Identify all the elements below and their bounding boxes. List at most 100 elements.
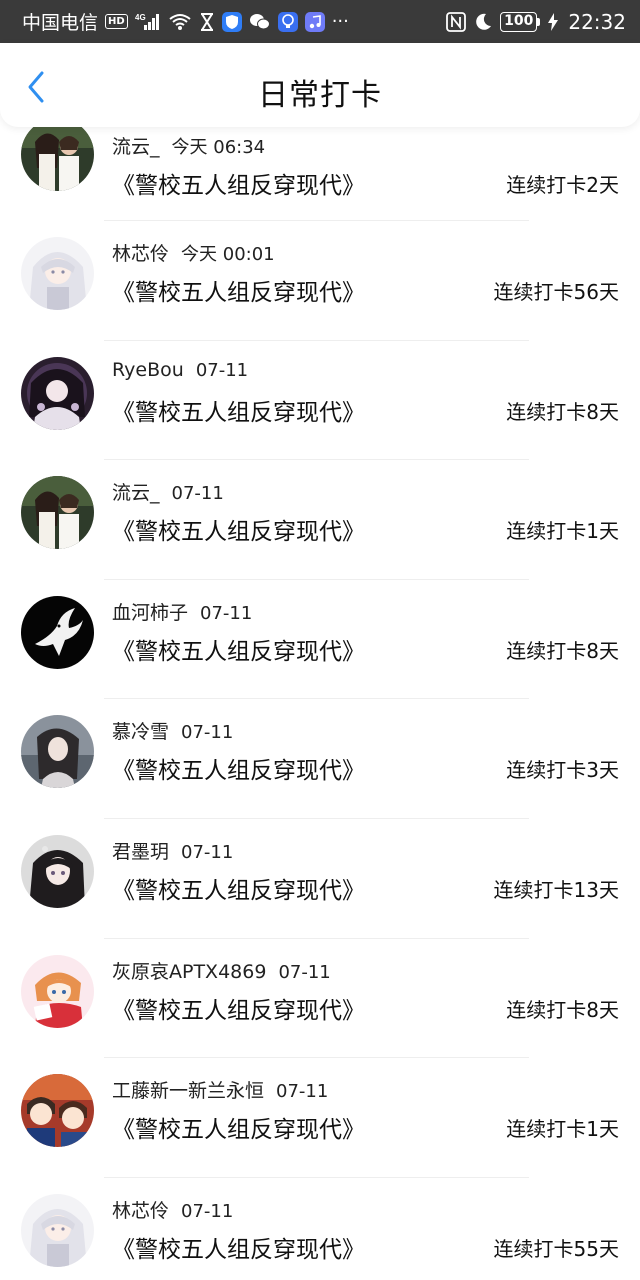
streak-count: 连续打卡1天 <box>506 1117 619 1142</box>
book-title[interactable]: 《警校五人组反穿现代》 <box>112 1110 365 1144</box>
checkin-time: 07-11 <box>181 1200 234 1222</box>
avatar-gothic-girl-icon <box>21 356 94 430</box>
avatar-black-hair-girl-icon <box>21 834 94 908</box>
streak-count: 连续打卡8天 <box>506 399 619 424</box>
book-title[interactable]: 《警校五人组反穿现代》 <box>112 871 365 905</box>
username[interactable]: 工藤新一新兰永恒 <box>112 1080 264 1102</box>
avatar-couple-icon <box>21 476 94 550</box>
username[interactable]: 林芯伶 <box>112 1200 169 1222</box>
avatar[interactable] <box>21 476 94 550</box>
avatar[interactable] <box>21 356 94 430</box>
username[interactable]: 流云_ <box>112 136 160 158</box>
avatar[interactable] <box>21 715 94 789</box>
streak-count: 连续打卡3天 <box>506 758 619 783</box>
book-title[interactable]: 《警校五人组反穿现代》 <box>112 512 365 546</box>
bulb-icon <box>277 11 298 32</box>
battery-indicator: 100 <box>500 11 541 32</box>
checkin-time: 07-11 <box>276 1081 329 1103</box>
streak-count: 连续打卡13天 <box>493 877 619 902</box>
entry-meta: 灰原哀APTX4869 07-11 <box>112 957 331 984</box>
checkin-time: 今天 00:01 <box>181 244 275 265</box>
streak-count: 连续打卡8天 <box>506 638 619 663</box>
avatar-orange-hair-girl-icon <box>21 954 94 1028</box>
book-title[interactable]: 《警校五人组反穿现代》 <box>112 273 365 307</box>
avatar[interactable] <box>21 1193 94 1267</box>
streak-count: 连续打卡55天 <box>493 1236 619 1261</box>
wifi-icon <box>168 12 192 32</box>
avatar[interactable] <box>21 954 94 1028</box>
avatar-white-hair-girl-icon <box>21 237 94 310</box>
status-bar: 中国电信 HD 4G ··· 100 22:32 <box>0 0 640 43</box>
entry-meta: 慕冷雪 07-11 <box>112 717 233 744</box>
book-title[interactable]: 《警校五人组反穿现代》 <box>112 1230 365 1264</box>
checkin-item[interactable]: RyeBou 07-11 《警校五人组反穿现代》 连续打卡8天 <box>0 341 640 461</box>
checkin-item[interactable]: 灰原哀APTX4869 07-11 《警校五人组反穿现代》 连续打卡8天 <box>0 939 640 1059</box>
entry-meta: 流云_ 今天 06:34 <box>112 132 265 159</box>
entry-meta: 流云_ 07-11 <box>112 478 224 505</box>
checkin-time: 07-11 <box>181 841 234 863</box>
avatar-couple-icon <box>21 118 94 191</box>
page-title: 日常打卡 <box>258 78 382 113</box>
moon-icon <box>474 13 492 31</box>
checkin-time: 07-11 <box>171 483 224 505</box>
more-icon: ··· <box>331 11 349 32</box>
avatar[interactable] <box>21 237 94 310</box>
music-icon <box>304 11 325 32</box>
wechat-icon <box>249 12 271 32</box>
checkin-item[interactable]: 血河柿子 07-11 《警校五人组反穿现代》 连续打卡8天 <box>0 580 640 700</box>
username[interactable]: RyeBou <box>112 359 184 381</box>
entry-meta: 血河柿子 07-11 <box>112 598 252 625</box>
hourglass-icon <box>199 12 215 32</box>
entry-meta: 林芯伶 今天 00:01 <box>112 239 275 266</box>
book-title[interactable]: 《警校五人组反穿现代》 <box>112 393 365 427</box>
checkin-item[interactable]: 林芯伶 07-11 《警校五人组反穿现代》 连续打卡55天 <box>0 1178 640 1280</box>
checkin-time: 07-11 <box>278 961 331 983</box>
carrier-label: 中国电信 <box>22 12 99 34</box>
checkin-list: 流云_ 今天 06:34 《警校五人组反穿现代》 连续打卡2天 林芯伶 今天 00:… <box>0 114 640 1280</box>
avatar-white-hair-girl-icon <box>21 1193 94 1267</box>
book-title[interactable]: 《警校五人组反穿现代》 <box>112 991 365 1025</box>
book-title[interactable]: 《警校五人组反穿现代》 <box>112 751 365 785</box>
avatar-anime-couple-icon <box>21 1074 94 1148</box>
username[interactable]: 灰原哀APTX4869 <box>112 961 266 983</box>
avatar[interactable] <box>21 834 94 908</box>
checkin-item[interactable]: 流云_ 今天 06:34 《警校五人组反穿现代》 连续打卡2天 <box>0 114 640 221</box>
battery-tip <box>537 17 541 26</box>
book-title[interactable]: 《警校五人组反穿现代》 <box>112 166 365 200</box>
checkin-item[interactable]: 慕冷雪 07-11 《警校五人组反穿现代》 连续打卡3天 <box>0 699 640 819</box>
clock: 22:32 <box>568 9 626 34</box>
streak-count: 连续打卡56天 <box>493 280 619 304</box>
avatar[interactable] <box>21 1074 94 1148</box>
checkin-time: 07-11 <box>200 602 253 624</box>
entry-meta: 林芯伶 07-11 <box>112 1196 233 1223</box>
username[interactable]: 血河柿子 <box>112 602 188 624</box>
username[interactable]: 慕冷雪 <box>112 721 169 743</box>
checkin-time: 07-11 <box>181 722 234 744</box>
username[interactable]: 君墨玥 <box>112 841 169 863</box>
username[interactable]: 林芯伶 <box>112 243 169 265</box>
checkin-item[interactable]: 君墨玥 07-11 《警校五人组反穿现代》 连续打卡13天 <box>0 819 640 939</box>
avatar-dark-hair-girl-icon <box>21 715 94 789</box>
avatar-dove-icon <box>21 595 94 669</box>
username[interactable]: 流云_ <box>112 482 160 504</box>
checkin-item[interactable]: 林芯伶 今天 00:01 《警校五人组反穿现代》 连续打卡56天 <box>0 221 640 341</box>
streak-count: 连续打卡2天 <box>506 173 619 197</box>
checkin-item[interactable]: 工藤新一新兰永恒 07-11 《警校五人组反穿现代》 连续打卡1天 <box>0 1058 640 1178</box>
charging-icon <box>548 12 559 31</box>
entry-meta: 君墨玥 07-11 <box>112 837 233 864</box>
hd-badge: HD <box>105 14 128 29</box>
page-header: 日常打卡 <box>0 43 640 127</box>
entry-meta: RyeBou 07-11 <box>112 359 248 381</box>
shield-icon <box>221 11 242 32</box>
status-right: 100 22:32 <box>446 10 626 34</box>
avatar[interactable] <box>21 118 94 191</box>
streak-count: 连续打卡1天 <box>506 519 619 544</box>
checkin-time: 今天 06:34 <box>171 137 266 158</box>
checkin-item[interactable]: 流云_ 07-11 《警校五人组反穿现代》 连续打卡1天 <box>0 460 640 580</box>
avatar[interactable] <box>21 595 94 669</box>
checkin-time: 07-11 <box>195 359 249 381</box>
book-title[interactable]: 《警校五人组反穿现代》 <box>112 632 365 666</box>
network-type: 4G <box>135 13 146 22</box>
streak-count: 连续打卡8天 <box>506 997 619 1022</box>
entry-meta: 工藤新一新兰永恒 07-11 <box>112 1076 328 1103</box>
